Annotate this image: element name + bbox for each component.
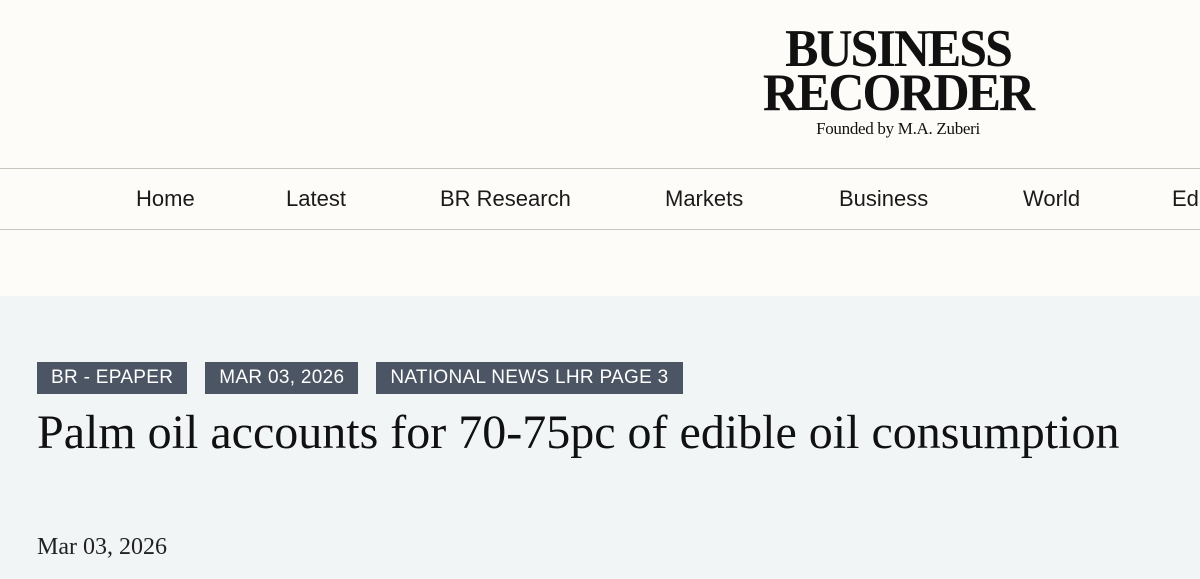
- nav-item-editorial[interactable]: Ed: [1172, 169, 1199, 229]
- tag-br-epaper[interactable]: BR - EPAPER: [37, 362, 188, 394]
- page: BUSINESS RECORDER Founded by M.A. Zuberi…: [0, 0, 1200, 579]
- article-headline: Palm oil accounts for 70-75pc of edible …: [37, 406, 1120, 459]
- masthead: BUSINESS RECORDER Founded by M.A. Zuberi: [0, 0, 1200, 168]
- logo-line-recorder: RECORDER: [762, 62, 1035, 122]
- article-date: Mar 03, 2026: [37, 534, 167, 560]
- nav-item-br-research[interactable]: BR Research: [440, 169, 571, 229]
- nav-item-markets[interactable]: Markets: [665, 169, 743, 229]
- nav-item-latest[interactable]: Latest: [286, 169, 346, 229]
- nav-item-world[interactable]: World: [1023, 169, 1080, 229]
- main-nav: Home Latest BR Research Markets Business…: [0, 168, 1200, 230]
- tag-date[interactable]: MAR 03, 2026: [205, 362, 359, 394]
- tag-section[interactable]: NATIONAL NEWS LHR PAGE 3: [376, 362, 683, 394]
- nav-item-home[interactable]: Home: [136, 169, 195, 229]
- article-tags: BR - EPAPER MAR 03, 2026 NATIONAL NEWS L…: [37, 362, 683, 394]
- article-header: BR - EPAPER MAR 03, 2026 NATIONAL NEWS L…: [0, 296, 1200, 579]
- nav-item-business[interactable]: Business: [839, 169, 928, 229]
- site-logo[interactable]: BUSINESS RECORDER Founded by M.A. Zuberi: [738, 22, 1058, 140]
